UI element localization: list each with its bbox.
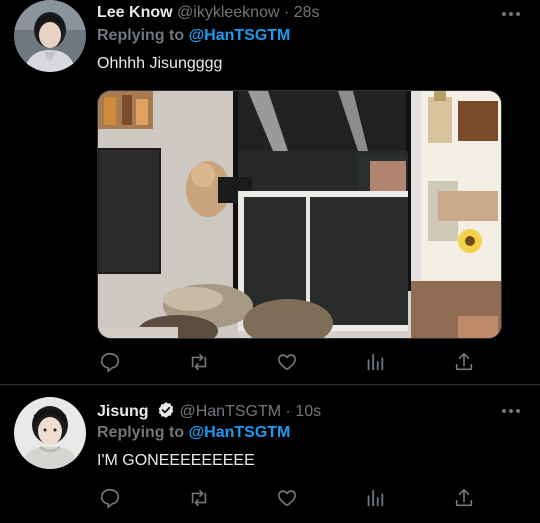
handle[interactable]: @HanTSGTM — [179, 403, 281, 420]
display-name[interactable]: Lee Know — [97, 4, 173, 21]
reply-prefix: Replying to — [97, 424, 185, 441]
handle[interactable]: @ikykleeknow — [177, 4, 280, 21]
reply-prefix: Replying to — [97, 27, 185, 44]
retweet-icon[interactable] — [186, 485, 212, 511]
tweet[interactable]: Jisung @HanTSGTM · 10s Replying to @HanT… — [0, 385, 540, 523]
share-icon[interactable] — [451, 485, 477, 511]
tweet-photo[interactable] — [97, 90, 502, 339]
separator: · — [283, 4, 290, 21]
tweet[interactable]: Lee Know @ikykleeknow · 28s Replying to … — [0, 0, 540, 384]
more-options-icon[interactable] — [496, 4, 526, 24]
more-options-icon[interactable] — [496, 401, 526, 421]
analytics-icon[interactable] — [362, 349, 388, 375]
like-icon[interactable] — [274, 349, 300, 375]
timestamp[interactable]: 10s — [295, 403, 321, 420]
display-name[interactable]: Jisung — [97, 403, 149, 420]
avatar[interactable] — [14, 397, 86, 469]
retweet-icon[interactable] — [186, 349, 212, 375]
mention-link[interactable]: @HanTSGTM — [189, 424, 291, 441]
tweet-header: Lee Know @ikykleeknow · 28s — [97, 4, 320, 22]
reply-icon[interactable] — [97, 485, 123, 511]
tweet-actions — [97, 349, 477, 375]
verified-badge-icon — [157, 401, 175, 424]
analytics-icon[interactable] — [362, 485, 388, 511]
tweet-actions — [97, 485, 477, 511]
like-icon[interactable] — [274, 485, 300, 511]
replying-to: Replying to @HanTSGTM — [97, 27, 290, 45]
tweet-text: I'M GONEEEEEEEEE — [97, 452, 255, 469]
separator: · — [285, 403, 291, 420]
replying-to: Replying to @HanTSGTM — [97, 424, 290, 442]
timestamp[interactable]: 28s — [294, 4, 320, 21]
avatar[interactable] — [14, 0, 86, 72]
tweet-header: Jisung @HanTSGTM · 10s — [97, 401, 321, 424]
mention-link[interactable]: @HanTSGTM — [189, 27, 291, 44]
tweet-text: Ohhhh Jisungggg — [97, 55, 223, 72]
share-icon[interactable] — [451, 349, 477, 375]
reply-icon[interactable] — [97, 349, 123, 375]
